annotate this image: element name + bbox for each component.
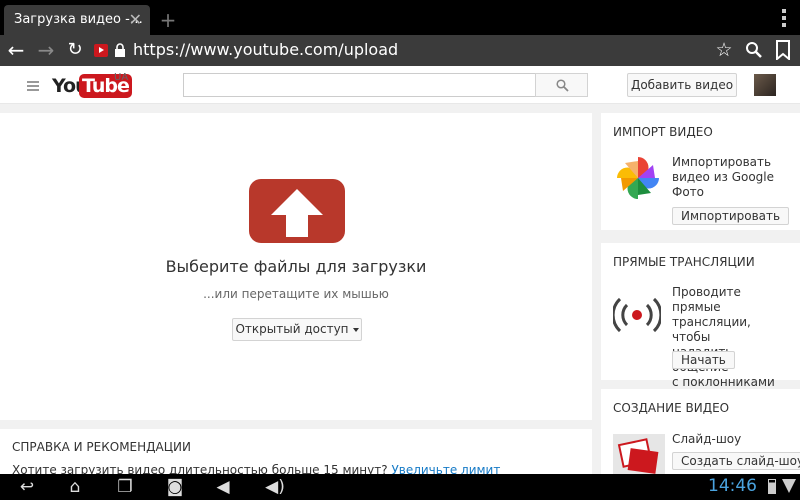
region-label: UA bbox=[114, 72, 129, 83]
volume-up-icon[interactable]: ◀) bbox=[262, 477, 288, 497]
live-description: Проводите прямые трансляции, чтобы налад… bbox=[672, 285, 775, 389]
back-arrow-icon[interactable]: ← bbox=[4, 38, 28, 62]
volume-down-icon[interactable]: ◀ bbox=[210, 477, 236, 497]
add-video-button[interactable]: Добавить видео bbox=[627, 73, 737, 97]
youtube-favicon-icon bbox=[94, 44, 108, 57]
search-icon bbox=[556, 79, 569, 92]
reload-icon[interactable]: ↻ bbox=[63, 38, 87, 62]
browser-toolbar: ← → ↻ https://www.youtube.com/upload ☆ bbox=[0, 35, 800, 66]
battery-icon bbox=[768, 479, 776, 494]
avatar[interactable] bbox=[754, 74, 776, 96]
wifi-icon bbox=[782, 479, 796, 493]
search-icon[interactable] bbox=[745, 41, 763, 59]
google-photos-icon bbox=[617, 157, 659, 199]
import-title: ИМПОРТ ВИДЕО bbox=[613, 125, 713, 139]
create-title: СОЗДАНИЕ ВИДЕО bbox=[613, 401, 730, 415]
import-description: Импортировать видео из Google Фото bbox=[672, 155, 775, 199]
camera-icon[interactable]: ◙ bbox=[162, 477, 188, 497]
live-streaming-card: ПРЯМЫЕ ТРАНСЛЯЦИИ Проводите прямые транс… bbox=[601, 243, 800, 389]
system-navbar: ↩ ⌂ ❐ ◙ ◀ ◀) 14:46 bbox=[0, 474, 800, 500]
create-slideshow-button[interactable]: Создать слайд-шоу bbox=[672, 452, 800, 470]
help-panel: СПРАВКА И РЕКОМЕНДАЦИИ Хотите загрузить … bbox=[0, 429, 592, 477]
tab-close-icon[interactable]: ✕ bbox=[129, 5, 142, 35]
search-input[interactable] bbox=[183, 73, 536, 97]
help-title: СПРАВКА И РЕКОМЕНДАЦИИ bbox=[12, 440, 192, 454]
youtube-header: You Tube UA Добавить видео bbox=[0, 66, 800, 104]
upload-arrow-icon[interactable] bbox=[249, 179, 345, 243]
import-video-card: ИМПОРТ ВИДЕО Импортировать видео из Goog… bbox=[601, 113, 800, 230]
tab-title: Загрузка видео -… bbox=[14, 12, 143, 27]
privacy-select[interactable]: Открытый доступ bbox=[232, 318, 362, 341]
upload-subtitle: ...или перетащите их мышью bbox=[203, 287, 389, 301]
chevron-down-icon bbox=[352, 327, 359, 332]
start-live-button[interactable]: Начать bbox=[672, 351, 735, 369]
forward-arrow-icon[interactable]: → bbox=[34, 38, 58, 62]
recent-apps-icon[interactable]: ❐ bbox=[112, 477, 138, 497]
guide-menu-icon[interactable] bbox=[27, 81, 39, 93]
live-broadcast-icon bbox=[613, 297, 661, 333]
lock-icon bbox=[115, 43, 125, 57]
home-nav-icon[interactable]: ⌂ bbox=[62, 477, 88, 497]
new-tab-button[interactable]: + bbox=[158, 10, 178, 32]
live-title: ПРЯМЫЕ ТРАНСЛЯЦИИ bbox=[613, 255, 755, 269]
system-clock: 14:46 bbox=[708, 476, 757, 496]
bookmarks-icon[interactable] bbox=[775, 40, 791, 60]
upload-title: Выберите файлы для загрузки bbox=[165, 257, 427, 276]
browser-tabstrip: Загрузка видео -… ✕ + bbox=[0, 0, 800, 35]
browser-menu-icon[interactable] bbox=[782, 9, 786, 30]
slideshow-label: Слайд-шоу bbox=[672, 432, 742, 446]
import-button[interactable]: Импортировать bbox=[672, 207, 790, 225]
address-bar[interactable]: https://www.youtube.com/upload bbox=[133, 40, 398, 60]
back-nav-icon[interactable]: ↩ bbox=[14, 477, 40, 497]
create-video-card: СОЗДАНИЕ ВИДЕО Слайд-шоу Создать слайд-ш… bbox=[601, 389, 800, 480]
upload-panel[interactable]: Выберите файлы для загрузки ...или перет… bbox=[0, 113, 592, 420]
browser-tab[interactable]: Загрузка видео -… ✕ bbox=[4, 5, 150, 35]
bookmark-star-icon[interactable]: ☆ bbox=[712, 38, 736, 62]
search-button[interactable] bbox=[535, 73, 588, 97]
